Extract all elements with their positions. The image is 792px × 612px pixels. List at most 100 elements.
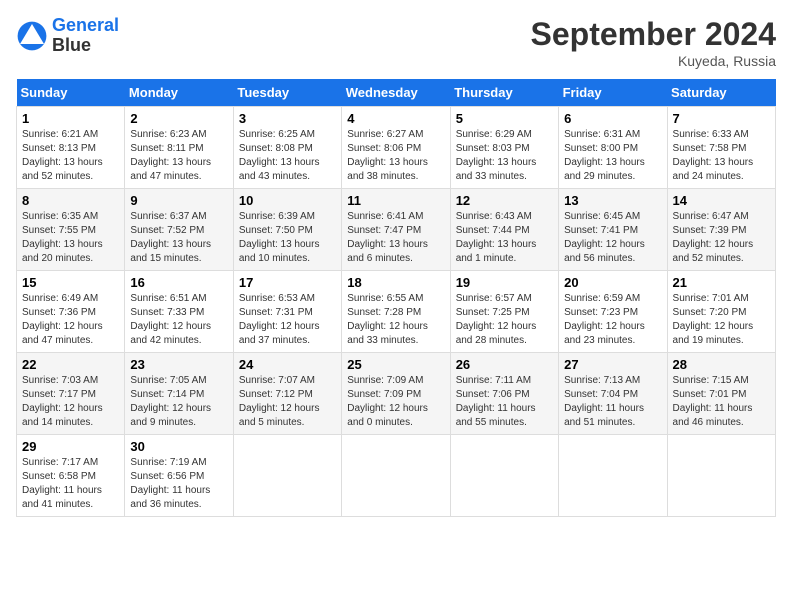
day-number: 22 bbox=[22, 357, 119, 372]
day-number: 4 bbox=[347, 111, 444, 126]
calendar-cell bbox=[233, 435, 341, 517]
calendar-cell: 22 Sunrise: 7:03 AMSunset: 7:17 PMDayligh… bbox=[17, 353, 125, 435]
calendar-day-header: Saturday bbox=[667, 79, 775, 107]
calendar-cell: 10Sunrise: 6:39 AMSunset: 7:50 PMDayligh… bbox=[233, 189, 341, 271]
calendar-cell bbox=[450, 435, 558, 517]
calendar-cell: 24 Sunrise: 7:07 AMSunset: 7:12 PMDayligh… bbox=[233, 353, 341, 435]
calendar-cell: 18 Sunrise: 6:55 AMSunset: 7:28 PMDayligh… bbox=[342, 271, 450, 353]
day-number: 5 bbox=[456, 111, 553, 126]
calendar-cell: 28 Sunrise: 7:15 AMSunset: 7:01 PMDayligh… bbox=[667, 353, 775, 435]
calendar-cell: 19 Sunrise: 6:57 AMSunset: 7:25 PMDayligh… bbox=[450, 271, 558, 353]
calendar-cell: 4 Sunrise: 6:27 AMSunset: 8:06 PMDaylight… bbox=[342, 107, 450, 189]
day-info: Sunrise: 6:31 AMSunset: 8:00 PMDaylight:… bbox=[564, 128, 661, 184]
day-number: 8 bbox=[22, 193, 119, 208]
day-info: Sunrise: 6:45 AMSunset: 7:41 PMDaylight:… bbox=[564, 210, 661, 266]
day-number: 7 bbox=[673, 111, 770, 126]
day-number: 3 bbox=[239, 111, 336, 126]
calendar-cell: 5 Sunrise: 6:29 AMSunset: 8:03 PMDaylight… bbox=[450, 107, 558, 189]
day-number: 27 bbox=[564, 357, 661, 372]
day-number: 1 bbox=[22, 111, 119, 126]
day-number: 6 bbox=[564, 111, 661, 126]
calendar-cell: 13 Sunrise: 6:45 AMSunset: 7:41 PMDayligh… bbox=[559, 189, 667, 271]
logo-icon bbox=[16, 20, 48, 52]
day-number: 26 bbox=[456, 357, 553, 372]
day-info: Sunrise: 7:11 AMSunset: 7:06 PMDaylight:… bbox=[456, 374, 553, 430]
calendar-cell: 16 Sunrise: 6:51 AMSunset: 7:33 PMDayligh… bbox=[125, 271, 233, 353]
calendar-cell: 8 Sunrise: 6:35 AMSunset: 7:55 PMDaylight… bbox=[17, 189, 125, 271]
calendar-table: SundayMondayTuesdayWednesdayThursdayFrid… bbox=[16, 79, 776, 517]
calendar-day-header: Sunday bbox=[17, 79, 125, 107]
calendar-cell: 23 Sunrise: 7:05 AMSunset: 7:14 PMDayligh… bbox=[125, 353, 233, 435]
day-info: Sunrise: 6:49 AMSunset: 7:36 PMDaylight:… bbox=[22, 292, 119, 348]
day-number: 14 bbox=[673, 193, 770, 208]
calendar-cell: 29 Sunrise: 7:17 AMSunset: 6:58 PMDayligh… bbox=[17, 435, 125, 517]
day-info: Sunrise: 6:35 AMSunset: 7:55 PMDaylight:… bbox=[22, 210, 119, 266]
calendar-cell: 20 Sunrise: 6:59 AMSunset: 7:23 PMDayligh… bbox=[559, 271, 667, 353]
day-info: Sunrise: 6:27 AMSunset: 8:06 PMDaylight:… bbox=[347, 128, 444, 184]
calendar-cell: 21 Sunrise: 7:01 AMSunset: 7:20 PMDayligh… bbox=[667, 271, 775, 353]
day-number: 24 bbox=[239, 357, 336, 372]
calendar-cell: 7 Sunrise: 6:33 AMSunset: 7:58 PMDaylight… bbox=[667, 107, 775, 189]
calendar-day-header: Friday bbox=[559, 79, 667, 107]
logo: General Blue bbox=[16, 16, 119, 56]
day-info: Sunrise: 6:29 AMSunset: 8:03 PMDaylight:… bbox=[456, 128, 553, 184]
day-info: Sunrise: 6:47 AMSunset: 7:39 PMDaylight:… bbox=[673, 210, 770, 266]
calendar-cell: 3 Sunrise: 6:25 AMSunset: 8:08 PMDaylight… bbox=[233, 107, 341, 189]
calendar-cell: 25 Sunrise: 7:09 AMSunset: 7:09 PMDayligh… bbox=[342, 353, 450, 435]
calendar-day-header: Wednesday bbox=[342, 79, 450, 107]
day-info: Sunrise: 7:19 AMSunset: 6:56 PMDaylight:… bbox=[130, 456, 227, 512]
day-number: 18 bbox=[347, 275, 444, 290]
day-number: 9 bbox=[130, 193, 227, 208]
day-info: Sunrise: 6:51 AMSunset: 7:33 PMDaylight:… bbox=[130, 292, 227, 348]
calendar-day-header: Tuesday bbox=[233, 79, 341, 107]
day-info: Sunrise: 7:05 AMSunset: 7:14 PMDaylight:… bbox=[130, 374, 227, 430]
day-info: Sunrise: 6:57 AMSunset: 7:25 PMDaylight:… bbox=[456, 292, 553, 348]
day-info: Sunrise: 6:21 AMSunset: 8:13 PMDaylight:… bbox=[22, 128, 119, 184]
calendar-cell: 1 Sunrise: 6:21 AMSunset: 8:13 PMDaylight… bbox=[17, 107, 125, 189]
day-info: Sunrise: 6:53 AMSunset: 7:31 PMDaylight:… bbox=[239, 292, 336, 348]
calendar-cell: 30 Sunrise: 7:19 AMSunset: 6:56 PMDayligh… bbox=[125, 435, 233, 517]
day-info: Sunrise: 7:01 AMSunset: 7:20 PMDaylight:… bbox=[673, 292, 770, 348]
day-number: 16 bbox=[130, 275, 227, 290]
day-info: Sunrise: 6:23 AMSunset: 8:11 PMDaylight:… bbox=[130, 128, 227, 184]
day-number: 19 bbox=[456, 275, 553, 290]
day-number: 23 bbox=[130, 357, 227, 372]
day-number: 21 bbox=[673, 275, 770, 290]
title-block: September 2024 Kuyeda, Russia bbox=[531, 16, 776, 69]
day-info: Sunrise: 7:15 AMSunset: 7:01 PMDaylight:… bbox=[673, 374, 770, 430]
day-info: Sunrise: 6:33 AMSunset: 7:58 PMDaylight:… bbox=[673, 128, 770, 184]
calendar-cell: 12 Sunrise: 6:43 AMSunset: 7:44 PMDayligh… bbox=[450, 189, 558, 271]
day-info: Sunrise: 7:09 AMSunset: 7:09 PMDaylight:… bbox=[347, 374, 444, 430]
page-header: General Blue September 2024 Kuyeda, Russ… bbox=[16, 16, 776, 69]
calendar-cell: 15Sunrise: 6:49 AMSunset: 7:36 PMDayligh… bbox=[17, 271, 125, 353]
calendar-cell: 6 Sunrise: 6:31 AMSunset: 8:00 PMDaylight… bbox=[559, 107, 667, 189]
day-number: 29 bbox=[22, 439, 119, 454]
calendar-day-header: Monday bbox=[125, 79, 233, 107]
day-info: Sunrise: 6:59 AMSunset: 7:23 PMDaylight:… bbox=[564, 292, 661, 348]
day-info: Sunrise: 7:07 AMSunset: 7:12 PMDaylight:… bbox=[239, 374, 336, 430]
day-number: 10 bbox=[239, 193, 336, 208]
calendar-day-header: Thursday bbox=[450, 79, 558, 107]
day-info: Sunrise: 7:17 AMSunset: 6:58 PMDaylight:… bbox=[22, 456, 119, 512]
day-info: Sunrise: 6:43 AMSunset: 7:44 PMDaylight:… bbox=[456, 210, 553, 266]
day-number: 30 bbox=[130, 439, 227, 454]
day-number: 11 bbox=[347, 193, 444, 208]
month-title: September 2024 bbox=[531, 16, 776, 53]
day-number: 12 bbox=[456, 193, 553, 208]
calendar-cell: 26 Sunrise: 7:11 AMSunset: 7:06 PMDayligh… bbox=[450, 353, 558, 435]
day-info: Sunrise: 6:55 AMSunset: 7:28 PMDaylight:… bbox=[347, 292, 444, 348]
location: Kuyeda, Russia bbox=[531, 53, 776, 69]
calendar-cell bbox=[342, 435, 450, 517]
calendar-cell: 17 Sunrise: 6:53 AMSunset: 7:31 PMDayligh… bbox=[233, 271, 341, 353]
day-number: 25 bbox=[347, 357, 444, 372]
day-number: 20 bbox=[564, 275, 661, 290]
day-info: Sunrise: 6:37 AMSunset: 7:52 PMDaylight:… bbox=[130, 210, 227, 266]
day-info: Sunrise: 6:25 AMSunset: 8:08 PMDaylight:… bbox=[239, 128, 336, 184]
calendar-cell bbox=[667, 435, 775, 517]
calendar-cell: 11Sunrise: 6:41 AMSunset: 7:47 PMDayligh… bbox=[342, 189, 450, 271]
day-number: 13 bbox=[564, 193, 661, 208]
day-number: 17 bbox=[239, 275, 336, 290]
day-info: Sunrise: 7:03 AMSunset: 7:17 PMDaylight:… bbox=[22, 374, 119, 430]
calendar-cell: 2Sunrise: 6:23 AMSunset: 8:11 PMDaylight… bbox=[125, 107, 233, 189]
day-number: 28 bbox=[673, 357, 770, 372]
